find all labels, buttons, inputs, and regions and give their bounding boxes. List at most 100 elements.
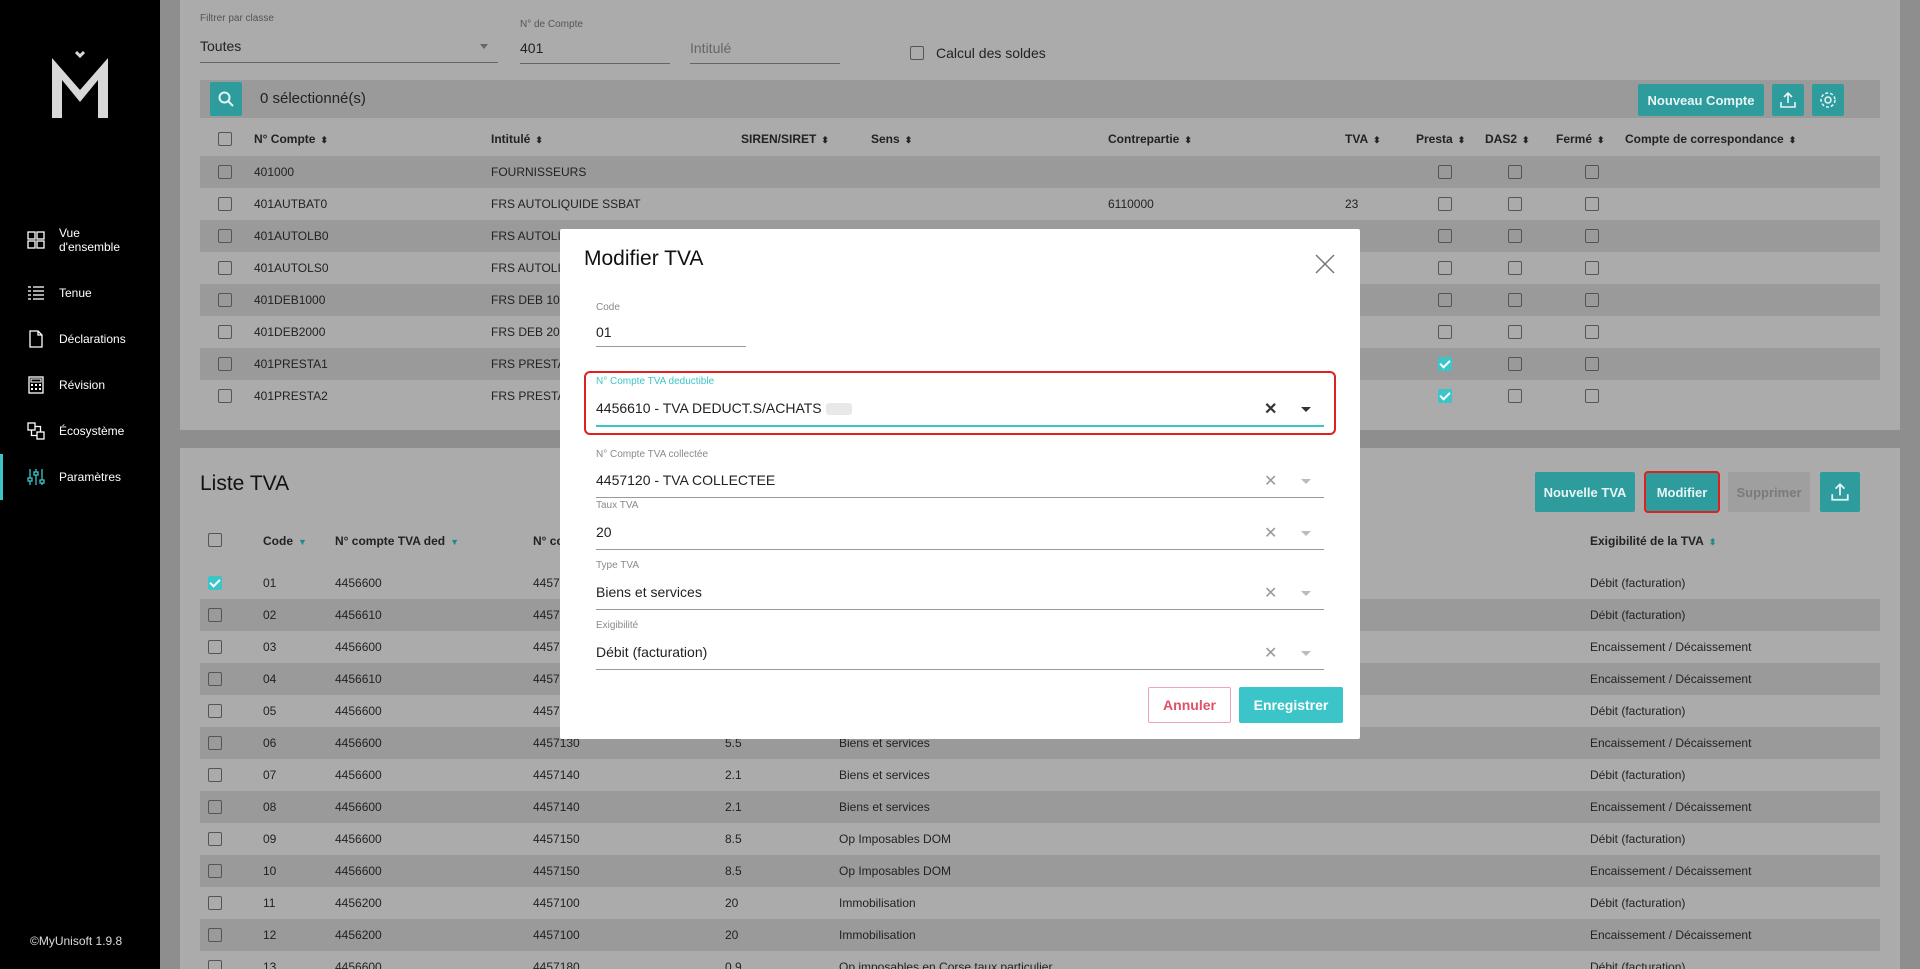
row-checkbox[interactable] — [208, 672, 222, 686]
tva-row[interactable]: 08 4456600 4457140 2.1 Biens et services Enca… — [200, 791, 1880, 823]
ded-select[interactable]: 4456610 - TVA DEDUCT.S/ACHATS — [596, 400, 852, 416]
nav-vue-ensemble[interactable]: Vue d'ensemble — [0, 222, 160, 258]
chevron-down-icon[interactable] — [1301, 531, 1311, 536]
row-checkbox[interactable] — [208, 608, 222, 622]
tva-row[interactable]: 07 4456600 4457140 2.1 Biens et services Débi… — [200, 759, 1880, 791]
ferme-checkbox[interactable] — [1585, 357, 1599, 371]
col-sens[interactable]: Sens ⬍ — [871, 132, 912, 146]
presta-checkbox[interactable] — [1438, 325, 1452, 339]
cancel-button[interactable]: Annuler — [1148, 687, 1231, 723]
row-checkbox[interactable] — [218, 389, 232, 403]
presta-checkbox[interactable] — [1438, 229, 1452, 243]
chevron-down-icon[interactable] — [1301, 407, 1311, 412]
presta-checkbox[interactable] — [1438, 293, 1452, 307]
table-row[interactable]: 401AUTBAT0 FRS AUTOLIQUIDE SSBAT 6110000 23 — [200, 188, 1880, 220]
export-button[interactable] — [1772, 84, 1804, 116]
das2-checkbox[interactable] — [1508, 357, 1522, 371]
row-checkbox[interactable] — [208, 704, 222, 718]
row-checkbox[interactable] — [218, 325, 232, 339]
das2-checkbox[interactable] — [1508, 293, 1522, 307]
col-ferme[interactable]: Fermé ⬍ — [1556, 132, 1605, 146]
ferme-checkbox[interactable] — [1585, 325, 1599, 339]
ferme-checkbox[interactable] — [1585, 197, 1599, 211]
clear-icon[interactable]: ✕ — [1264, 399, 1277, 419]
nav-tenue[interactable]: Tenue — [0, 281, 160, 305]
ferme-checkbox[interactable] — [1585, 229, 1599, 243]
row-checkbox[interactable] — [208, 736, 222, 750]
row-checkbox[interactable] — [208, 928, 222, 942]
col-intitule[interactable]: Intitulé ⬍ — [491, 132, 543, 146]
search-button[interactable] — [210, 82, 242, 116]
chevron-down-icon[interactable] — [1301, 479, 1311, 484]
clear-icon[interactable]: ✕ — [1264, 643, 1277, 663]
tva-row[interactable]: 12 4456200 4457100 20 Immobilisation Encaisse… — [200, 919, 1880, 951]
clear-icon[interactable]: ✕ — [1264, 583, 1277, 603]
nav-ecosysteme[interactable]: Écosystème — [0, 419, 160, 443]
code-input[interactable]: 01 — [596, 324, 612, 340]
col-siren[interactable]: SIREN/SIRET ⬍ — [741, 132, 829, 146]
col-correspondance[interactable]: Compte de correspondance ⬍ — [1625, 132, 1796, 146]
nav-declarations[interactable]: Déclarations — [0, 327, 160, 351]
account-no-input[interactable]: 401 — [520, 40, 670, 64]
nav-parametres[interactable]: Paramètres — [0, 454, 160, 500]
presta-checkbox[interactable] — [1438, 389, 1452, 403]
das2-checkbox[interactable] — [1508, 261, 1522, 275]
row-checkbox[interactable] — [208, 576, 222, 590]
export-tva-button[interactable] — [1820, 472, 1860, 512]
tva-row[interactable]: 09 4456600 4457150 8.5 Op Imposables DOM Débi… — [200, 823, 1880, 855]
col-num-compte[interactable]: N° Compte ⬍ — [254, 132, 328, 146]
save-button[interactable]: Enregistrer — [1239, 687, 1343, 723]
tva-col-exig[interactable]: Exigibilité de la TVA ⬍ — [1590, 534, 1716, 548]
row-checkbox[interactable] — [208, 896, 222, 910]
filter-class-select[interactable]: Toutes — [200, 38, 498, 63]
delete-tva-button[interactable]: Supprimer — [1728, 472, 1810, 512]
type-select[interactable]: Biens et services — [596, 584, 702, 600]
col-das2[interactable]: DAS2 ⬍ — [1485, 132, 1530, 146]
row-checkbox[interactable] — [218, 357, 232, 371]
das2-checkbox[interactable] — [1508, 325, 1522, 339]
das2-checkbox[interactable] — [1508, 197, 1522, 211]
col-contrepartie[interactable]: Contrepartie ⬍ — [1108, 132, 1192, 146]
chevron-down-icon[interactable] — [1301, 591, 1311, 596]
new-account-button[interactable]: Nouveau Compte — [1638, 84, 1764, 116]
calc-soldes-checkbox[interactable] — [910, 46, 924, 60]
taux-select[interactable]: 20 — [596, 524, 612, 540]
row-checkbox[interactable] — [208, 800, 222, 814]
row-checkbox[interactable] — [218, 261, 232, 275]
ferme-checkbox[interactable] — [1585, 165, 1599, 179]
das2-checkbox[interactable] — [1508, 229, 1522, 243]
row-checkbox[interactable] — [218, 197, 232, 211]
presta-checkbox[interactable] — [1438, 357, 1452, 371]
clear-icon[interactable]: ✕ — [1264, 523, 1277, 543]
row-checkbox[interactable] — [208, 768, 222, 782]
row-checkbox[interactable] — [208, 864, 222, 878]
chevron-down-icon[interactable] — [1301, 651, 1311, 656]
intitule-input[interactable]: Intitulé — [690, 40, 840, 64]
tva-row[interactable]: 13 4456600 4457180 0.9 Op imposables en Cors… — [200, 951, 1880, 969]
tva-col-ded[interactable]: N° compte TVA ded ▼ — [335, 534, 459, 548]
tva-col-code[interactable]: Code ▼ — [263, 534, 307, 548]
row-checkbox[interactable] — [208, 832, 222, 846]
col-tva[interactable]: TVA ⬍ — [1345, 132, 1381, 146]
ferme-checkbox[interactable] — [1585, 389, 1599, 403]
close-icon[interactable] — [1314, 253, 1336, 275]
nav-revision[interactable]: Révision — [0, 373, 160, 397]
das2-checkbox[interactable] — [1508, 165, 1522, 179]
das2-checkbox[interactable] — [1508, 389, 1522, 403]
select-all-checkbox[interactable] — [218, 132, 232, 146]
exig-select[interactable]: Débit (facturation) — [596, 644, 707, 660]
col-select[interactable]: 4457120 - TVA COLLECTEE — [596, 472, 775, 488]
settings-button[interactable] — [1812, 84, 1844, 116]
presta-checkbox[interactable] — [1438, 261, 1452, 275]
row-checkbox[interactable] — [218, 293, 232, 307]
col-presta[interactable]: Presta ⬍ — [1416, 132, 1465, 146]
table-row[interactable]: 401000 FOURNISSEURS — [200, 156, 1880, 188]
ferme-checkbox[interactable] — [1585, 261, 1599, 275]
row-checkbox[interactable] — [218, 229, 232, 243]
tva-row[interactable]: 11 4456200 4457100 20 Immobilisation Débit (f… — [200, 887, 1880, 919]
ferme-checkbox[interactable] — [1585, 293, 1599, 307]
new-tva-button[interactable]: Nouvelle TVA — [1535, 472, 1635, 512]
tva-select-all-checkbox[interactable] — [208, 533, 222, 547]
presta-checkbox[interactable] — [1438, 165, 1452, 179]
row-checkbox[interactable] — [208, 640, 222, 654]
